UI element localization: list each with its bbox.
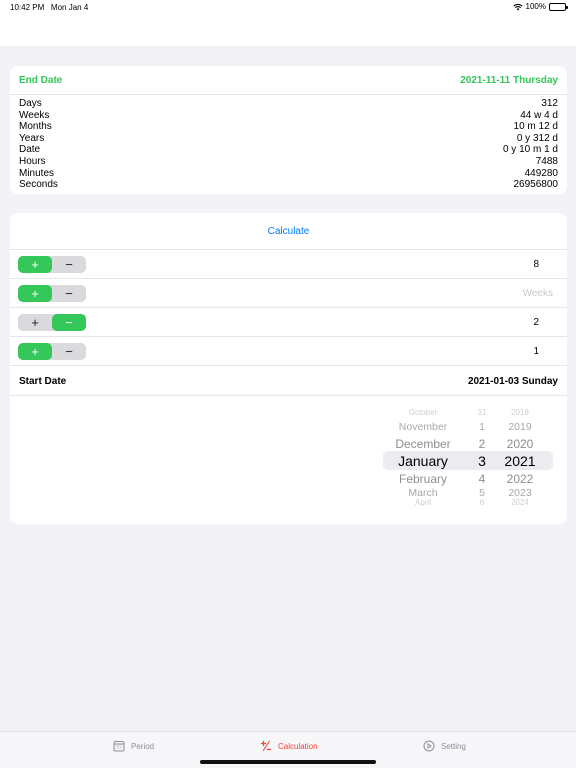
result-row-date: Date 0 y 10 m 1 d (19, 144, 558, 156)
result-list: Days 312 Weeks 44 w 4 d Months 10 m 12 d Ye… (19, 98, 558, 191)
tab-label: Setting (441, 741, 466, 751)
home-indicator (200, 760, 376, 764)
status-clock: 10:42 PM (10, 3, 45, 12)
picker-day: 4 (478, 472, 486, 486)
start-date-label: Start Date (19, 375, 67, 387)
picker-day: 31 (477, 408, 487, 417)
minus-button[interactable]: − (52, 256, 86, 273)
picker-row[interactable]: April 6 2024 (382, 498, 562, 506)
picker-month: December (395, 437, 451, 451)
stepper-control[interactable]: + − (18, 342, 86, 360)
result-value: 0 y 312 d (516, 132, 558, 144)
picker-year: 2020 (506, 437, 534, 451)
gear-icon (423, 740, 435, 752)
picker-month: January (398, 453, 448, 469)
picker-day: 3 (478, 453, 486, 469)
plus-button[interactable]: + (18, 284, 52, 302)
minus-button[interactable]: − (52, 343, 86, 360)
tab-period[interactable]: Period (113, 740, 154, 752)
stepper-row-1: + − 8 (10, 250, 567, 279)
result-label: Date (19, 144, 41, 156)
stepper-unit-placeholder[interactable]: Weeks (523, 288, 553, 299)
battery-percent: 100% (525, 2, 546, 11)
calculate-row: Calculate (10, 213, 567, 250)
end-date-row[interactable]: End Date 2021-11-11 Thursday (10, 66, 567, 95)
picker-day: 2 (478, 437, 486, 451)
result-row-months: Months 10 m 12 d (19, 121, 558, 133)
picker-day: 6 (479, 498, 485, 506)
plus-button[interactable]: + (18, 342, 52, 360)
tab-label: Calculation (278, 741, 318, 751)
picker-month: February (398, 472, 448, 486)
result-value: 0 y 10 m 1 d (502, 144, 558, 156)
result-row-minutes: Minutes 449280 (19, 168, 558, 180)
result-value: 10 m 12 d (513, 121, 558, 133)
result-value: 312 (541, 98, 558, 109)
status-date: Mon Jan 4 (50, 3, 89, 12)
date-picker[interactable]: October 31 2018 November 1 2019 December 2 202… (382, 408, 562, 506)
result-row-days: Days 312 (19, 98, 558, 110)
picker-year: 2019 (508, 421, 532, 433)
stepper-row-3: + − 2 (10, 308, 567, 337)
picker-row[interactable]: October 31 2018 (382, 408, 562, 418)
status-indicators: 100% (512, 2, 568, 11)
stepper-row-2: + − Weeks (10, 279, 567, 308)
stepper-control[interactable]: + − (18, 313, 86, 331)
tab-label: Period (131, 741, 155, 751)
stepper-value[interactable]: 2 (533, 317, 539, 328)
result-row-seconds: Seconds 26956800 (19, 179, 558, 191)
plus-button[interactable]: + (18, 255, 52, 273)
start-date-value: 2021-01-03 Sunday (467, 375, 558, 387)
picker-day: 1 (479, 421, 485, 433)
picker-year: 2022 (506, 472, 534, 486)
picker-month: November (398, 421, 448, 433)
minus-button[interactable]: − (52, 313, 86, 331)
calculation-card: Calculate + − 8 + − Weeks + − 2 + − 1 St… (10, 213, 567, 524)
minus-button[interactable]: − (52, 285, 86, 302)
battery-icon (549, 2, 568, 11)
tab-calculation[interactable]: Calculation (260, 740, 318, 752)
result-value: 44 w 4 d (520, 109, 558, 121)
result-label: Years (19, 132, 45, 144)
status-bar: 10:42 PM Mon Jan 4 100% (0, 0, 576, 14)
result-value: 449280 (524, 167, 558, 179)
picker-row[interactable]: February 4 2022 (382, 471, 562, 487)
result-label: Hours (19, 155, 46, 167)
picker-year: 2021 (504, 453, 536, 469)
stepper-value[interactable]: 1 (533, 346, 539, 357)
picker-row[interactable]: December 2 2020 (382, 436, 562, 452)
stepper-control[interactable]: + − (18, 255, 86, 273)
picker-row[interactable]: November 1 2019 (382, 420, 562, 434)
stepper-value[interactable]: 8 (533, 259, 539, 270)
end-date-value: 2021-11-11 Thursday (460, 74, 558, 86)
result-value: 26956800 (513, 179, 559, 191)
status-time: 10:42 PM Mon Jan 4 (10, 3, 88, 12)
result-row-weeks: Weeks 44 w 4 d (19, 110, 558, 122)
tab-setting[interactable]: Setting (423, 740, 466, 752)
calculate-button[interactable]: Calculate (268, 226, 310, 237)
picker-month: April (414, 498, 431, 506)
end-date-label: End Date (19, 74, 63, 86)
stepper-control[interactable]: + − (18, 284, 86, 302)
plus-minus-icon (260, 740, 272, 752)
result-label: Days (19, 98, 42, 109)
navigation-bar (0, 14, 576, 46)
result-row-years: Years 0 y 312 d (19, 133, 558, 145)
picker-row-selected[interactable]: January 3 2021 (382, 452, 562, 470)
result-label: Months (19, 121, 52, 133)
picker-year: 2024 (511, 498, 529, 506)
calendar-icon (113, 740, 125, 752)
result-label: Seconds (19, 179, 58, 191)
plus-button[interactable]: + (18, 314, 52, 331)
result-label: Weeks (19, 109, 50, 121)
result-label: Minutes (19, 167, 55, 179)
picker-year: 2018 (511, 408, 529, 417)
result-row-hours: Hours 7488 (19, 156, 558, 168)
stepper-row-4: + − 1 (10, 337, 567, 366)
result-value: 7488 (535, 155, 558, 167)
picker-month: October (408, 408, 438, 417)
wifi-icon (512, 3, 523, 10)
result-card: End Date 2021-11-11 Thursday Days 312 Wee… (10, 66, 567, 194)
start-date-row[interactable]: Start Date 2021-01-03 Sunday (10, 367, 567, 396)
